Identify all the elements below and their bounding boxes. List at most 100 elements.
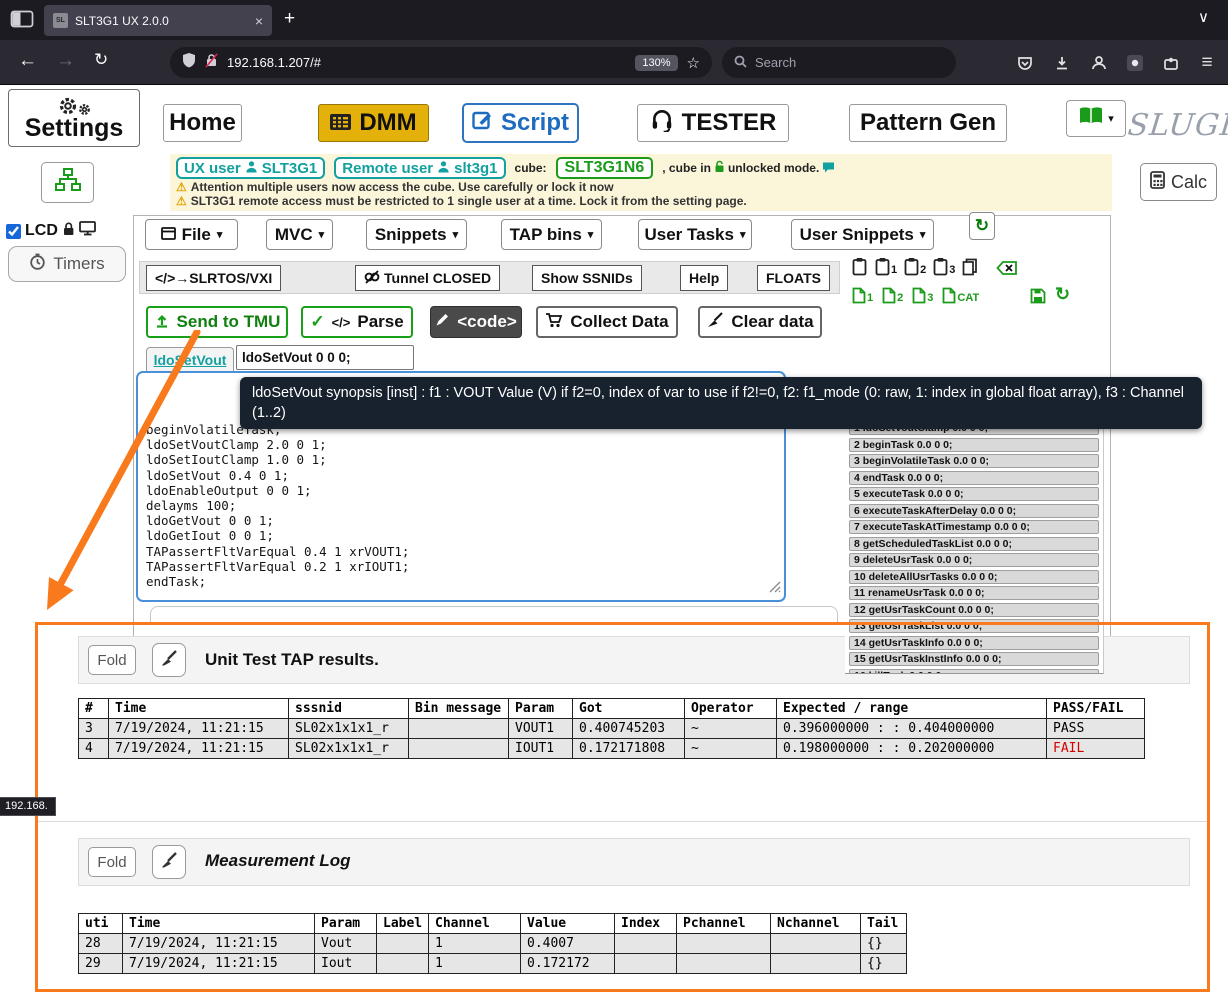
ml-cell-tail: {} — [861, 954, 907, 974]
code-button[interactable]: <code> — [430, 306, 522, 338]
ml-clear-brush-button[interactable] — [152, 845, 186, 879]
ux-user-chip[interactable]: UX user SLT3G1 — [176, 157, 325, 179]
tab-close-icon[interactable]: × — [255, 13, 263, 29]
function-list-item[interactable]: 11 renameUsrTask 0.0 0 0; — [849, 586, 1099, 600]
pocket-icon[interactable] — [1012, 51, 1038, 75]
network-tree-button[interactable] — [41, 162, 94, 203]
resize-handle-icon[interactable] — [769, 580, 781, 598]
function-list-item[interactable]: 16 killTask 0.0 0 0; — [849, 669, 1099, 675]
settings-button[interactable]: Settings — [8, 89, 140, 147]
user-status-band: UX user SLT3G1 Remote user slt3g1 cube: … — [170, 154, 1112, 211]
editor-lines: beginVolatileTask;ldoSetVoutClamp 2.0 0 … — [146, 422, 776, 589]
menu-hamburger-icon[interactable]: ≡ — [1194, 51, 1220, 75]
lcd-checkbox[interactable] — [6, 224, 21, 239]
function-list-item[interactable]: 5 executeTask 0.0 0 0; — [849, 487, 1099, 501]
chevron-down-icon: ▾ — [740, 228, 746, 241]
floats-button[interactable]: FLOATS — [757, 265, 830, 291]
remote-user-chip[interactable]: Remote user slt3g1 — [334, 157, 505, 179]
send-to-tmu-button[interactable]: Send to TMU — [146, 306, 288, 338]
account-icon[interactable] — [1086, 51, 1112, 75]
nav-home-button[interactable]: Home — [163, 104, 242, 142]
save-icon[interactable] — [1030, 288, 1046, 304]
new-tab-button[interactable]: + — [284, 9, 295, 28]
downloads-icon[interactable] — [1049, 51, 1075, 75]
copy-pages-icon[interactable] — [962, 258, 978, 276]
cube-name-chip[interactable]: SLT3G1N6 — [556, 157, 654, 179]
back-button[interactable]: ← — [18, 51, 37, 70]
function-list-item[interactable]: 13 getUsrTaskList 0.0 0 0; — [849, 619, 1099, 633]
refresh-icon[interactable]: ↻ — [1055, 284, 1070, 305]
tap-clear-brush-button[interactable] — [152, 643, 186, 677]
function-list-item[interactable]: 2 beginTask 0.0 0 0; — [849, 438, 1099, 452]
nav-pattern-gen-button[interactable]: Pattern Gen — [849, 104, 1007, 142]
clipboard-slot-icon[interactable]: 1 — [875, 257, 897, 276]
url-text[interactable]: 192.168.1.207/# — [227, 55, 626, 70]
unlocked-lock-icon — [714, 160, 725, 176]
url-bar[interactable]: 192.168.1.207/# 130% ☆ — [170, 47, 712, 78]
file-slot-icon[interactable]: 3 — [912, 287, 933, 304]
help-button[interactable]: Help — [680, 265, 728, 291]
collect-data-button[interactable]: Collect Data — [536, 306, 678, 338]
tap-result-row[interactable]: 3 7/19/2024, 11:21:15 SL02x1x1x1_r VOUT1… — [79, 719, 1145, 739]
nav-dmm-button[interactable]: DMM — [318, 104, 429, 142]
ml-cell-value: 0.172172 — [521, 954, 615, 974]
calc-button[interactable]: Calc — [1140, 163, 1217, 201]
tab-overview-icon[interactable] — [10, 8, 34, 35]
function-list-item[interactable]: 15 getUsrTaskInstInfo 0.0 0 0; — [849, 652, 1099, 666]
nav-script-button[interactable]: Script — [462, 103, 579, 143]
reload-button[interactable]: ↻ — [94, 51, 108, 68]
library-dropdown[interactable]: ▾ — [1066, 100, 1126, 137]
file-slot-icon[interactable]: CAT — [942, 287, 979, 304]
function-list-item[interactable]: 8 getScheduledTaskList 0.0 0 0; — [849, 537, 1099, 551]
parse-button[interactable]: ✓ </> Parse — [301, 306, 413, 338]
code-line: ldoGetVout 0 0 1; — [146, 513, 776, 528]
function-list-item[interactable]: 10 deleteAllUsrTasks 0.0 0 0; — [849, 570, 1099, 584]
show-ssnids-button[interactable]: Show SSNIDs — [532, 265, 642, 291]
extension-icon[interactable] — [1122, 51, 1148, 75]
clipboard-slot-icon[interactable] — [852, 257, 868, 276]
ml-column-header: Nchannel — [771, 914, 861, 934]
ml-row[interactable]: 28 7/19/2024, 11:21:15 Vout 1 0.4007 {} — [79, 934, 907, 954]
file-slot-icon[interactable]: 2 — [882, 287, 903, 304]
ml-fold-button[interactable]: Fold — [88, 847, 136, 877]
timers-button[interactable]: Timers — [8, 246, 126, 282]
user-tasks-menu[interactable]: User Tasks ▾ — [638, 219, 752, 250]
user-snippets-menu[interactable]: User Snippets ▾ — [791, 219, 934, 250]
clear-slots-icon[interactable] — [996, 260, 1018, 276]
slrtos-vxi-button[interactable]: </>→SLRTOS/VXI — [146, 265, 281, 291]
tap-column-header: # — [79, 699, 109, 719]
snippets-menu[interactable]: Snippets ▾ — [366, 219, 467, 250]
clipboard-slot-icon[interactable]: 2 — [904, 257, 926, 276]
file-menu[interactable]: File ▾ — [145, 219, 238, 250]
tunnel-button[interactable]: Tunnel CLOSED — [355, 265, 500, 291]
function-list-item[interactable]: 7 executeTaskAtTimestamp 0.0 0 0; — [849, 520, 1099, 534]
tap-bins-menu[interactable]: TAP bins ▾ — [501, 219, 602, 250]
ml-cell-index — [615, 954, 677, 974]
mvc-menu[interactable]: MVC ▾ — [266, 219, 333, 250]
function-list-item[interactable]: 12 getUsrTaskCount 0.0 0 0; — [849, 603, 1099, 617]
insecure-lock-icon[interactable] — [205, 53, 218, 73]
bookmark-star-icon[interactable]: ☆ — [687, 54, 700, 72]
nav-tester-button[interactable]: TESTER — [637, 104, 789, 142]
shield-icon[interactable] — [182, 52, 196, 73]
forward-button[interactable]: → — [56, 51, 75, 70]
function-list-item[interactable]: 6 executeTaskAfterDelay 0.0 0 0; — [849, 504, 1099, 518]
ml-row[interactable]: 29 7/19/2024, 11:21:15 Iout 1 0.172172 {… — [79, 954, 907, 974]
list-tabs-chevron-icon[interactable]: ∨ — [1198, 10, 1209, 25]
sync-refresh-button[interactable]: ↻ — [969, 212, 995, 240]
script-tab[interactable]: ldoSetVout — [146, 347, 234, 371]
tap-result-row[interactable]: 4 7/19/2024, 11:21:15 SL02x1x1x1_r IOUT1… — [79, 739, 1145, 759]
browser-tab[interactable]: SL SLT3G1 UX 2.0.0 × — [44, 5, 272, 36]
function-list-item[interactable]: 4 endTask 0.0 0 0; — [849, 471, 1099, 485]
search-bar[interactable]: Search — [722, 47, 956, 78]
function-list-item[interactable]: 9 deleteUsrTask 0.0 0 0; — [849, 553, 1099, 567]
file-slot-icon[interactable]: 1 — [852, 287, 873, 304]
function-list-item[interactable]: 14 getUsrTaskInfo 0.0 0 0; — [849, 636, 1099, 650]
tap-fold-button[interactable]: Fold — [88, 645, 136, 675]
command-input[interactable] — [236, 345, 414, 370]
clipboard-slot-icon[interactable]: 3 — [933, 257, 955, 276]
clear-data-button[interactable]: Clear data — [698, 306, 822, 338]
function-list-item[interactable]: 3 beginVolatileTask 0.0 0 0; — [849, 454, 1099, 468]
zoom-badge[interactable]: 130% — [635, 55, 677, 71]
extensions-puzzle-icon[interactable] — [1158, 51, 1184, 75]
